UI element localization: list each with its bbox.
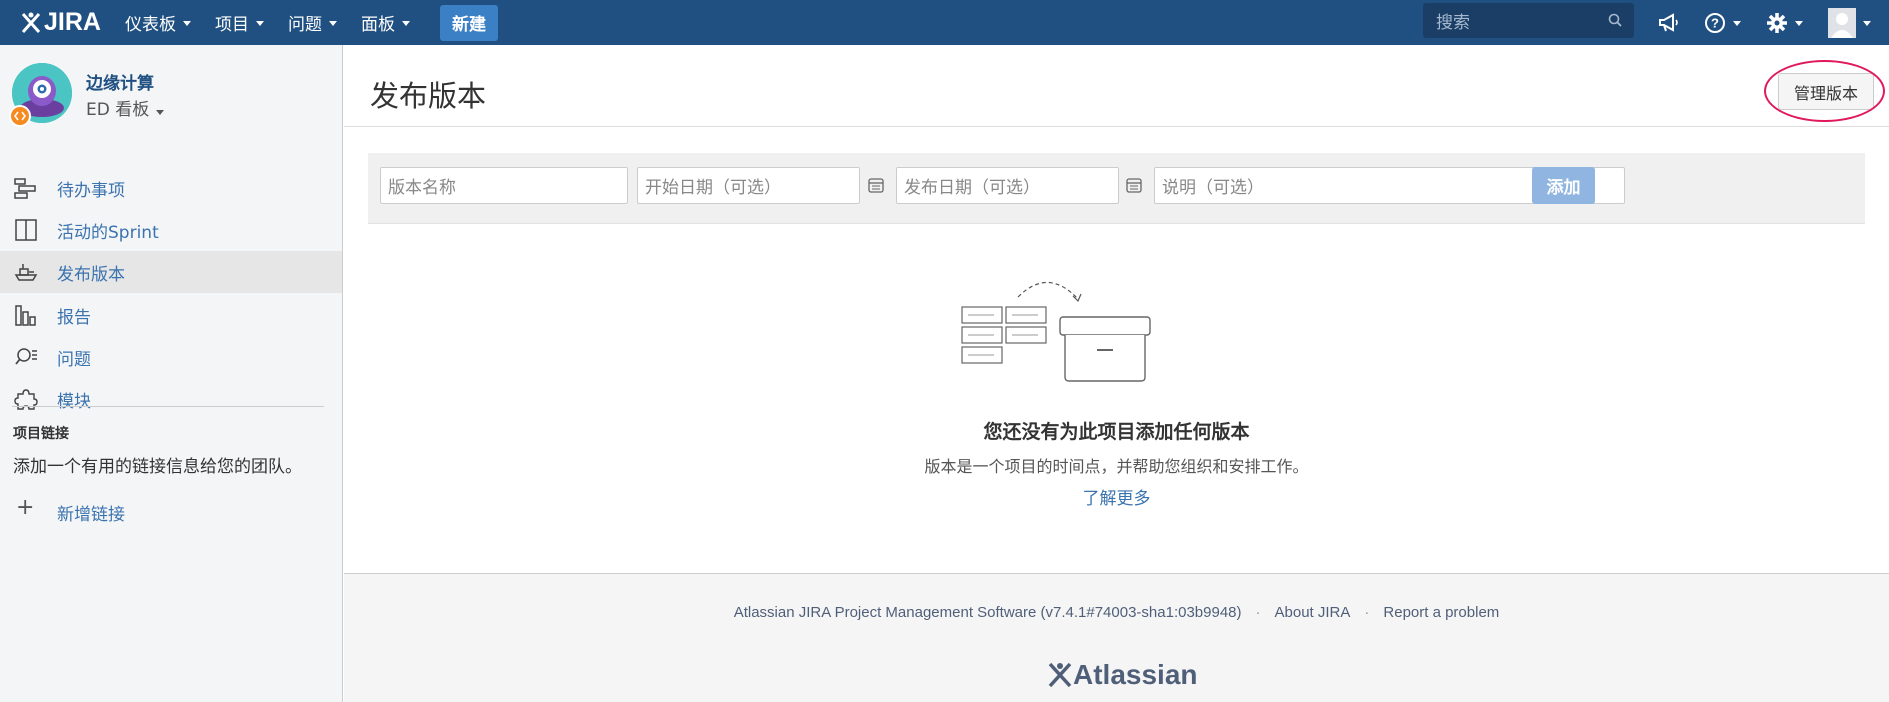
chevron-down-icon [1863, 21, 1871, 26]
sidebar-item-releases[interactable]: 发布版本 [0, 251, 342, 293]
start-date-input[interactable]: 开始日期（可选） [637, 167, 860, 204]
nav-issues-label: 问题 [287, 15, 322, 35]
add-version-button[interactable]: 添加 [1532, 167, 1595, 204]
nav-boards[interactable]: 面板 [349, 0, 422, 45]
learn-more-link: 了解更多 [344, 484, 1889, 509]
sidebar-item-backlog[interactable]: 待办事项 [0, 167, 342, 209]
sidebar-item-label: 模块 [57, 391, 91, 412]
notifications-button[interactable] [1658, 0, 1680, 45]
nav-projects-label: 项目 [214, 15, 249, 35]
version-name-input[interactable]: 版本名称 [380, 167, 628, 204]
release-date-input[interactable]: 发布日期（可选） [896, 167, 1119, 204]
ship-icon [14, 264, 38, 281]
chevron-down-icon [156, 110, 165, 115]
sidebar-item-active-sprint[interactable]: 活动的Sprint [0, 209, 342, 251]
annotation-circle [1764, 60, 1885, 122]
top-navigation-bar: JIRA 仪表板 项目 问题 面板 新建 搜索 ? [0, 0, 1889, 45]
svg-text:?: ? [1711, 15, 1719, 30]
project-sidebar: 边缘计算 ED 看板 待办事项 活动的Sprint 发布版本 报告 问题 模块 … [0, 45, 343, 702]
sprint-board-icon [15, 219, 37, 241]
chevron-down-icon [1795, 21, 1803, 26]
empty-versions-illustration [961, 281, 1151, 382]
issues-search-icon [15, 348, 37, 365]
board-selector[interactable]: ED 看板 [86, 95, 165, 120]
empty-state-description: 版本是一个项目的时间点，并帮助您组织和安排工作。 [924, 457, 1309, 476]
footer-software-link[interactable]: Atlassian JIRA Project Management Softwa… [734, 604, 1242, 621]
search-icon [1608, 13, 1622, 27]
gear-icon [1767, 12, 1787, 33]
footer-about-link[interactable]: About JIRA [1275, 604, 1351, 621]
atlassian-brand-text: Atlassian [1073, 659, 1198, 690]
nav-dashboards[interactable]: 仪表板 [113, 0, 203, 45]
calendar-icon[interactable] [1126, 177, 1142, 193]
chevron-down-icon [401, 21, 410, 26]
main-content: 发布版本 管理版本 版本名称 开始日期（可选） 发布日期（可选） 说明（可选） … [344, 45, 1889, 702]
footer-separator: · [1364, 604, 1370, 621]
footer-links: Atlassian JIRA Project Management Softwa… [344, 604, 1889, 621]
project-links-description: 添加一个有用的链接信息给您的团队。 [13, 457, 302, 477]
project-links-heading: 项目链接 [13, 426, 69, 442]
search-input[interactable]: 搜索 [1423, 3, 1634, 38]
user-menu[interactable] [1828, 0, 1871, 45]
app-name: JIRA [44, 8, 101, 36]
avatar-icon [1828, 7, 1856, 38]
sidebar-item-components[interactable]: 模块 [0, 378, 342, 420]
sidebar-item-label: 发布版本 [57, 264, 125, 285]
sidebar-item-reports[interactable]: 报告 [0, 294, 342, 336]
calendar-icon[interactable] [868, 177, 884, 193]
nav-issues[interactable]: 问题 [276, 0, 349, 45]
add-version-form: 版本名称 开始日期（可选） 发布日期（可选） 说明（可选） 添加 [368, 153, 1865, 224]
chevron-down-icon [182, 21, 191, 26]
sidebar-item-label: 问题 [57, 349, 91, 370]
board-name: ED 看板 [86, 100, 150, 120]
learn-more-link-text[interactable]: 了解更多 [1083, 489, 1151, 509]
add-link-label: 新增链接 [57, 505, 125, 525]
nav-boards-label: 面板 [360, 15, 395, 35]
create-button[interactable]: 新建 [439, 4, 498, 41]
sidebar-divider [12, 406, 324, 407]
atlassian-logo[interactable]: Atlassian [1047, 659, 1198, 691]
nav-dashboards-label: 仪表板 [124, 15, 176, 35]
chevron-down-icon [1733, 21, 1741, 26]
atlassian-logo-icon [1048, 662, 1072, 688]
help-menu[interactable]: ? [1704, 0, 1741, 45]
plus-icon: + [16, 495, 35, 520]
chevron-down-icon [328, 21, 337, 26]
search-placeholder: 搜索 [1436, 13, 1470, 33]
help-icon: ? [1705, 12, 1725, 33]
code-brackets-icon [14, 111, 26, 121]
add-link-button[interactable]: + 新增链接 [0, 493, 342, 529]
chevron-down-icon [255, 21, 264, 26]
jira-logo[interactable]: JIRA [0, 0, 113, 45]
project-name[interactable]: 边缘计算 [86, 69, 154, 94]
backlog-icon [14, 178, 36, 199]
nav-projects[interactable]: 项目 [203, 0, 276, 45]
sidebar-item-label: 报告 [57, 307, 91, 328]
reports-icon [15, 305, 36, 326]
jira-logo-icon [21, 12, 41, 33]
sidebar-item-label: 待办事项 [57, 180, 125, 201]
footer-report-link[interactable]: Report a problem [1383, 604, 1499, 621]
footer: Atlassian JIRA Project Management Softwa… [344, 573, 1889, 702]
settings-menu[interactable] [1766, 0, 1803, 45]
page-title: 发布版本 [370, 79, 487, 113]
header-divider [344, 126, 1889, 127]
sidebar-item-issues[interactable]: 问题 [0, 336, 342, 378]
sidebar-item-label: 活动的Sprint [57, 222, 159, 243]
software-project-badge [9, 105, 31, 127]
megaphone-icon [1659, 12, 1678, 32]
footer-separator: · [1255, 604, 1261, 621]
empty-state-title: 您还没有为此项目添加任何版本 [983, 421, 1250, 443]
